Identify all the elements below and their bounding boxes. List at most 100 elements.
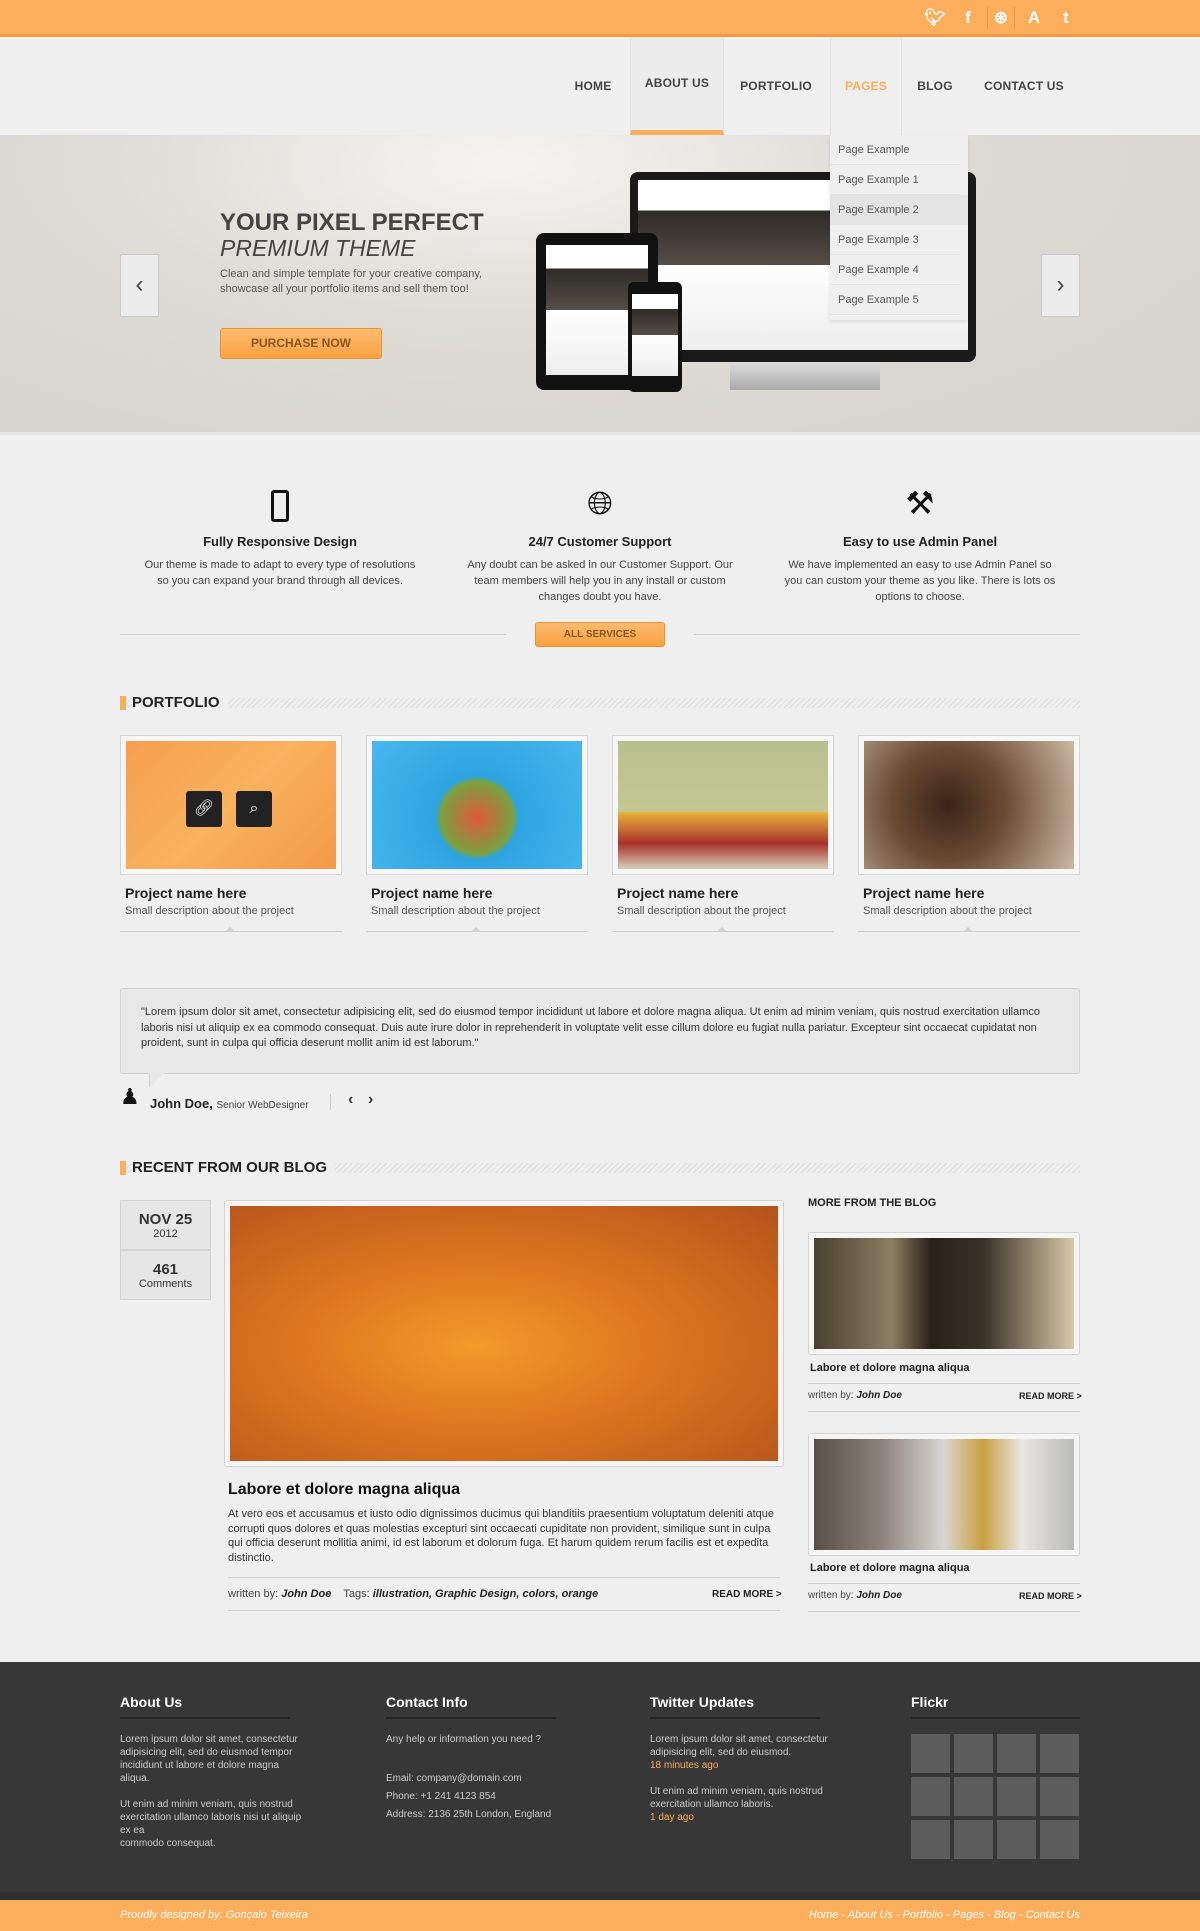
flickr-thumb[interactable]	[997, 1820, 1036, 1859]
feature-text: Any doubt can be asked in our Customer S…	[467, 559, 733, 603]
portfolio-item[interactable]: Project name here Small description abou…	[858, 735, 1080, 932]
pages-dropdown: Page Example Page Example 1 Page Example…	[830, 135, 968, 320]
post-image[interactable]	[224, 1200, 784, 1467]
side-post-image[interactable]	[808, 1232, 1080, 1355]
dropdown-item[interactable]: Page Example 3	[830, 225, 960, 255]
project-name[interactable]: Project name here	[125, 885, 342, 901]
feature-title: Easy to use Admin Panel	[842, 534, 998, 549]
dropdown-item[interactable]: Page Example 1	[830, 165, 960, 195]
bottom-bar: Proudly designed by: Gonçalo Teixeira Ho…	[0, 1900, 1200, 1931]
project-name[interactable]: Project name here	[371, 885, 588, 901]
footer-flickr: Flickr	[911, 1695, 1101, 1733]
dropdown-item[interactable]: Page Example 4	[830, 255, 960, 285]
post-title[interactable]: Labore et dolore magna aliqua	[228, 1481, 460, 1499]
read-more-link[interactable]: READ MORE >	[712, 1589, 782, 1600]
hero-slider: ‹ › YOUR PIXEL PERFECT PREMIUM THEME Cle…	[0, 135, 1200, 435]
project-desc: Small description about the project	[617, 905, 786, 917]
globe-icon: 🌐︎	[587, 485, 613, 521]
portfolio-item[interactable]: 🔗︎ ⌕ Project name here Small description…	[120, 735, 342, 932]
divider	[808, 1383, 1080, 1384]
flickr-thumb[interactable]	[954, 1734, 993, 1773]
portfolio-item[interactable]: Project name here Small description abou…	[612, 735, 834, 932]
footer-link-contact[interactable]: Contact Us	[1026, 1909, 1080, 1921]
side-post-title[interactable]: Labore et dolore magna aliqua	[810, 1362, 970, 1374]
nav-home[interactable]: HOME	[566, 37, 620, 135]
side-post-image[interactable]	[808, 1433, 1080, 1556]
read-more-link[interactable]: READ MORE >	[1019, 1391, 1082, 1401]
tweet-time[interactable]: 1 day ago	[650, 1811, 840, 1824]
feature-text: Our theme is made to adapt to every type…	[144, 559, 416, 587]
hero-text: Clean and simple template for your creat…	[220, 268, 483, 295]
person-icon: ♟︎	[120, 1084, 140, 1109]
section-title: RECENT FROM OUR BLOG	[132, 1159, 335, 1176]
twitter-icon[interactable]: 🐦︎	[922, 7, 948, 29]
facebook-icon[interactable]: f	[955, 7, 981, 29]
footer-link-pages[interactable]: Pages	[953, 1909, 984, 1921]
divider	[228, 1577, 780, 1578]
footer-link-portfolio[interactable]: Portfolio	[903, 1909, 943, 1921]
feature-support: 🌐︎ 24/7 Customer Support Any doubt can b…	[460, 482, 740, 605]
footer-link-home[interactable]: Home	[809, 1909, 838, 1921]
dropdown-item[interactable]: Page Example 2	[830, 195, 968, 225]
footer-links: Home - About Us - Portfolio - Pages - Bl…	[808, 1909, 1080, 1921]
smartphone-icon	[140, 482, 420, 524]
tweet-time[interactable]: 18 minutes ago	[650, 1759, 840, 1772]
divider	[808, 1611, 1080, 1612]
project-image	[618, 741, 828, 869]
project-name[interactable]: Project name here	[863, 885, 1080, 901]
purchase-now-button[interactable]: PURCHASE NOW	[220, 328, 382, 359]
side-post-meta: written by: John Doe	[808, 1390, 902, 1401]
all-services-button[interactable]: ALL SERVICES	[535, 622, 665, 647]
feature-admin: ⚒︎ Easy to use Admin Panel We have imple…	[780, 482, 1060, 605]
read-more-link[interactable]: READ MORE >	[1019, 1591, 1082, 1601]
testimonial-prev-button[interactable]: ‹	[348, 1091, 353, 1109]
footer-link-blog[interactable]: Blog	[994, 1909, 1016, 1921]
flickr-thumb[interactable]	[1040, 1777, 1079, 1816]
flickr-thumb[interactable]	[1040, 1820, 1079, 1859]
dribbble-icon[interactable]: ⊛	[987, 7, 1015, 29]
testimonial-quote: "Lorem ipsum dolor sit amet, consectetur…	[120, 988, 1080, 1087]
dropdown-item[interactable]: Page Example	[830, 135, 960, 165]
nav-pages[interactable]: PAGES	[830, 37, 902, 135]
top-bar: 🐦︎ f ⊛ A t	[0, 0, 1200, 37]
side-post-title[interactable]: Labore et dolore magna aliqua	[810, 1562, 970, 1574]
divider	[694, 634, 1080, 635]
slider-prev-button[interactable]: ‹	[120, 254, 159, 317]
footer-link-about[interactable]: About Us	[848, 1909, 893, 1921]
footer-twitter: Twitter Updates Lorem ipsum dolor sit am…	[650, 1695, 840, 1824]
project-image	[864, 741, 1074, 869]
flickr-thumb[interactable]	[911, 1820, 950, 1859]
post-meta: written by: John Doe Tags: illustration,…	[228, 1588, 599, 1600]
flickr-thumb[interactable]	[954, 1777, 993, 1816]
flickr-thumb[interactable]	[954, 1820, 993, 1859]
hero-subtitle: PREMIUM THEME	[220, 235, 416, 261]
link-icon[interactable]: 🔗︎	[186, 791, 222, 827]
nav-contact-us[interactable]: CONTACT US	[978, 37, 1070, 135]
dropdown-item[interactable]: Page Example 5	[830, 285, 960, 315]
tumblr-icon[interactable]: t	[1053, 7, 1079, 29]
nav-about-us[interactable]: ABOUT US	[630, 37, 724, 135]
project-name[interactable]: Project name here	[617, 885, 834, 901]
nav-blog[interactable]: BLOG	[910, 37, 960, 135]
section-title: PORTFOLIO	[132, 694, 228, 711]
search-icon[interactable]: ⌕	[236, 791, 272, 827]
nav-portfolio[interactable]: PORTFOLIO	[732, 37, 820, 135]
flickr-thumb[interactable]	[997, 1734, 1036, 1773]
slider-next-button[interactable]: ›	[1041, 254, 1080, 317]
flickr-thumb[interactable]	[911, 1777, 950, 1816]
footer-about: About Us Lorem ipsum dolor sit amet, con…	[120, 1694, 302, 1849]
more-blog-heading: MORE FROM THE BLOG	[808, 1197, 937, 1209]
feature-responsive: Fully Responsive Design Our theme is mad…	[140, 482, 420, 589]
feature-text: We have implemented an easy to use Admin…	[784, 559, 1056, 603]
flickr-thumb[interactable]	[997, 1777, 1036, 1816]
testimonial-next-button[interactable]: ›	[368, 1091, 373, 1109]
divider	[228, 1610, 780, 1611]
project-desc: Small description about the project	[371, 905, 540, 917]
testimonial-author: John Doe, Senior WebDesigner	[150, 1096, 309, 1111]
portfolio-item[interactable]: Project name here Small description abou…	[366, 735, 588, 932]
post-comments[interactable]: 461 Comments	[120, 1250, 211, 1300]
flickr-thumb[interactable]	[911, 1734, 950, 1773]
app-icon[interactable]: A	[1021, 7, 1047, 29]
flickr-thumb[interactable]	[1040, 1734, 1079, 1773]
project-desc: Small description about the project	[863, 905, 1032, 917]
